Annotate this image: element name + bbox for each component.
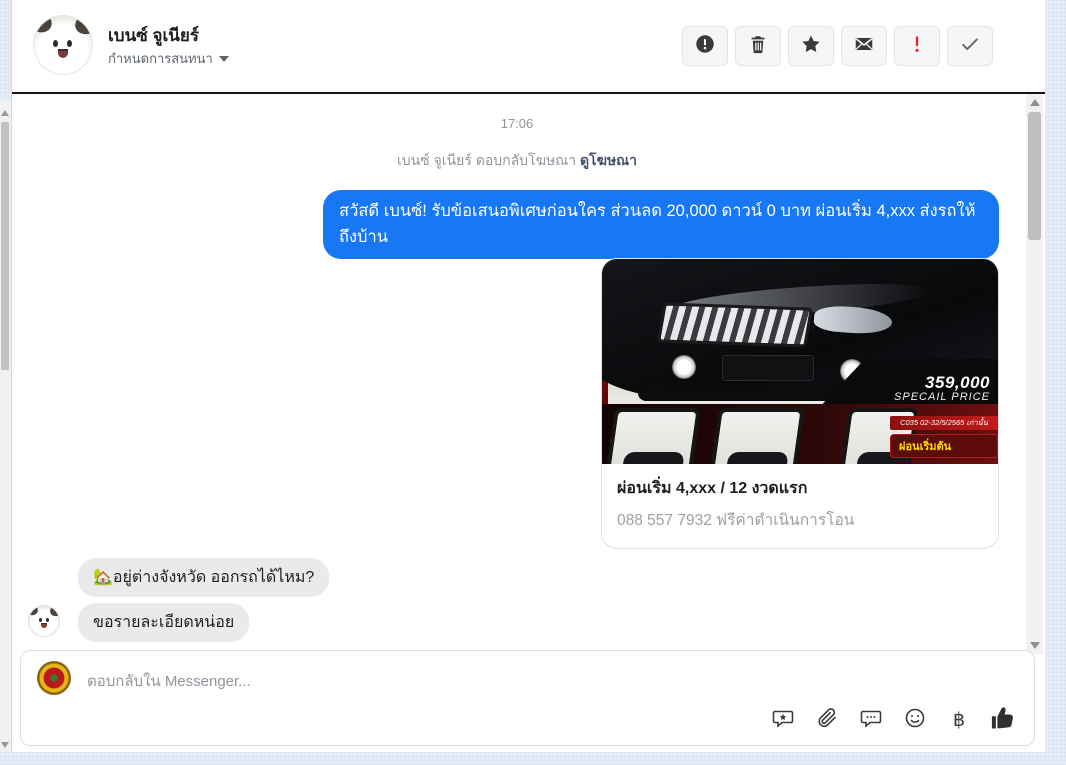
installment-banner: ผ่อนเริ่มต้น [890, 434, 998, 458]
ad-card-title: ผ่อนเริ่ม 4,xxx / 12 งวดแรก [617, 480, 808, 497]
mark-done-button[interactable] [947, 26, 993, 66]
reply-input[interactable]: ตอบกลับใน Messenger... [87, 669, 251, 693]
comment-dots-icon [859, 706, 883, 735]
smiley-icon [903, 706, 927, 735]
chat-scrollbar[interactable] [1026, 94, 1043, 654]
scroll-up-arrow-icon[interactable] [1030, 99, 1040, 106]
scroll-down-arrow-icon[interactable] [1, 742, 9, 748]
car-plate [722, 355, 814, 381]
car-ad-image[interactable]: 359,000 SPECAIL PRICE โปรโมชั่น ผ่อนฟรี … [602, 259, 998, 464]
schedule-menu-label: กำหนดการสนทนา [108, 51, 213, 66]
flag-important-button[interactable] [894, 26, 940, 66]
ad-context-text: เบนซ์ จูเนียร์ ตอบกลับโฆษณา [396, 152, 577, 168]
price-label-overlay: SPECAIL PRICE [894, 391, 990, 403]
header-divider [12, 92, 1045, 94]
baht-icon: ฿ [952, 709, 966, 731]
payment-button[interactable]: ฿ [946, 707, 972, 733]
schedule-conversation-menu[interactable]: กำหนดการสนทนา [108, 48, 229, 69]
reply-composer[interactable]: ตอบกลับใน Messenger... ฿ [20, 650, 1035, 746]
saved-replies-button[interactable] [770, 707, 796, 733]
header-action-bar [682, 26, 993, 66]
page-avatar [37, 661, 71, 695]
chevron-down-icon [218, 55, 229, 62]
contact-name[interactable]: เบนซ์ จูเนียร์ [108, 22, 199, 49]
ad-card-subtitle: 088 557 7932 ฟรีค่าดำเนินการโอน [617, 512, 855, 529]
car-foglight [672, 355, 696, 379]
star-icon [800, 33, 822, 60]
emoji-button[interactable] [902, 707, 928, 733]
scroll-up-arrow-icon[interactable] [1, 110, 9, 116]
timestamp: 17:06 [500, 116, 534, 131]
attach-file-button[interactable] [814, 707, 840, 733]
outgoing-message-bubble[interactable]: สวัสดี เบนซ์! รับข้อเสนอพิเศษก่อนใคร ส่ว… [323, 190, 999, 260]
price-overlay: 359,000 [925, 373, 990, 392]
scrollbar-thumb[interactable] [1028, 112, 1041, 240]
ad-context-line: เบนซ์ จูเนียร์ ตอบกลับโฆษณา ดูโฆษณา [12, 150, 1022, 172]
avatar [29, 606, 59, 636]
star-button[interactable] [788, 26, 834, 66]
red-exclamation-icon [906, 33, 928, 60]
scroll-down-arrow-icon[interactable] [1030, 642, 1040, 649]
left-panel-scrollbar[interactable] [0, 100, 11, 752]
code-ribbon: C035 02-32/5/2565 เก่านั้น [890, 416, 998, 430]
trash-icon [747, 33, 769, 60]
exclamation-circle-icon [694, 33, 716, 60]
scrollbar-thumb[interactable] [1, 122, 9, 370]
report-button[interactable] [682, 26, 728, 66]
comment-button[interactable] [858, 707, 884, 733]
incoming-message-bubble[interactable]: 🏡อยู่ต่างจังหวัด ออกรถได้ไหม? [78, 558, 330, 597]
car-grille [656, 302, 814, 348]
check-icon [959, 33, 981, 60]
conversation-header: เบนซ์ จูเนียร์ กำหนดการสนทนา [12, 0, 1045, 92]
paperclip-icon [815, 706, 839, 735]
incoming-message-bubble[interactable]: ขอรายละเอียดหน่อย [78, 603, 250, 642]
car-thumbnail [709, 408, 805, 464]
like-button[interactable] [990, 706, 1016, 733]
ad-card-footer[interactable]: ผ่อนเริ่ม 4,xxx / 12 งวดแรก 088 557 7932… [602, 464, 998, 548]
page-background: เบนซ์ จูเนียร์ กำหนดการสนทนา 17:06 เบนซ์… [0, 0, 1066, 765]
view-ad-link[interactable]: ดูโฆษณา [580, 152, 637, 168]
mark-unread-button[interactable] [841, 26, 887, 66]
avatar[interactable] [34, 16, 92, 74]
comment-star-icon [771, 706, 795, 735]
composer-toolbar: ฿ [770, 706, 1016, 733]
thumbs-up-icon [989, 704, 1017, 737]
envelope-icon [853, 33, 875, 60]
delete-button[interactable] [735, 26, 781, 66]
car-thumbnail [605, 408, 701, 464]
ad-card[interactable]: 359,000 SPECAIL PRICE โปรโมชั่น ผ่อนฟรี … [601, 258, 999, 549]
